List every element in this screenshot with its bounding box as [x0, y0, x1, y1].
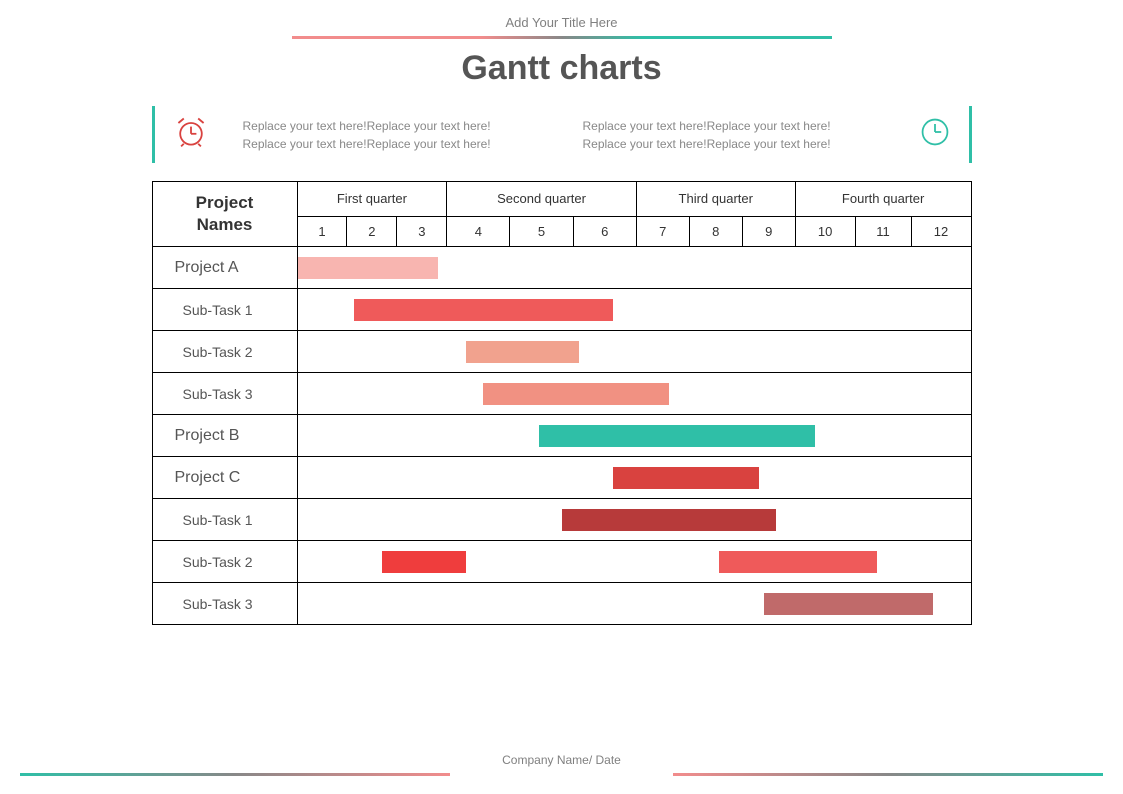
gantt-row: Sub-Task 3 — [152, 583, 971, 625]
row-label: Sub-Task 1 — [152, 289, 297, 331]
row-label: Project B — [152, 415, 297, 457]
month-header: 5 — [510, 216, 573, 247]
month-header: 12 — [911, 216, 971, 247]
month-header: 1 — [297, 216, 347, 247]
info-line: Replace your text here!Replace your text… — [583, 117, 911, 135]
header-divider — [292, 36, 832, 39]
month-header: 7 — [636, 216, 689, 247]
timeline-cell — [297, 415, 971, 457]
timeline-cell — [297, 541, 971, 583]
row-label: Sub-Task 1 — [152, 499, 297, 541]
info-line: Replace your text here!Replace your text… — [243, 117, 571, 135]
month-header: 8 — [689, 216, 742, 247]
timeline-cell — [297, 499, 971, 541]
month-header: 2 — [347, 216, 397, 247]
gantt-row: Sub-Task 2 — [152, 541, 971, 583]
month-header: 9 — [742, 216, 795, 247]
gantt-table: ProjectNames First quarter Second quarte… — [152, 181, 972, 625]
gantt-row: Project A — [152, 247, 971, 289]
gantt-bar — [719, 551, 877, 573]
quarter-header: Second quarter — [447, 182, 636, 217]
project-names-header: ProjectNames — [152, 182, 297, 247]
timeline-cell — [297, 289, 971, 331]
timeline-cell — [297, 457, 971, 499]
gantt-bar — [562, 509, 776, 531]
quarter-header: First quarter — [297, 182, 447, 217]
timeline-cell — [297, 583, 971, 625]
row-label: Sub-Task 3 — [152, 583, 297, 625]
info-bar: Replace your text here!Replace your text… — [152, 106, 972, 163]
gantt-bar — [354, 299, 613, 321]
month-header: 3 — [397, 216, 447, 247]
subtitle-text: Add Your Title Here — [0, 15, 1123, 30]
gantt-row: Sub-Task 1 — [152, 289, 971, 331]
gantt-bar — [539, 425, 815, 447]
footer: Company Name/ Date — [0, 753, 1123, 776]
row-label: Sub-Task 3 — [152, 373, 297, 415]
quarter-header: Third quarter — [636, 182, 795, 217]
page-title: Gantt charts — [0, 49, 1123, 88]
info-text-block: Replace your text here!Replace your text… — [243, 117, 911, 153]
gantt-row: Sub-Task 1 — [152, 499, 971, 541]
month-header: 11 — [855, 216, 911, 247]
quarter-header: Fourth quarter — [795, 182, 971, 217]
month-header: 4 — [447, 216, 510, 247]
gantt-bar — [764, 593, 933, 615]
gantt-row: Project C — [152, 457, 971, 499]
clock-icon — [911, 116, 951, 153]
timeline-cell — [297, 373, 971, 415]
footer-text: Company Name/ Date — [0, 753, 1123, 767]
month-header: 10 — [795, 216, 855, 247]
alarm-clock-icon — [173, 114, 213, 155]
info-line: Replace your text here!Replace your text… — [243, 135, 571, 153]
row-label: Sub-Task 2 — [152, 331, 297, 373]
gantt-bar — [382, 551, 466, 573]
gantt-row: Sub-Task 2 — [152, 331, 971, 373]
gantt-bar — [483, 383, 669, 405]
gantt-bar — [466, 341, 579, 363]
month-header: 6 — [573, 216, 636, 247]
row-label: Project A — [152, 247, 297, 289]
timeline-cell — [297, 331, 971, 373]
row-label: Sub-Task 2 — [152, 541, 297, 583]
gantt-bar — [298, 257, 439, 279]
footer-divider-left — [20, 773, 450, 776]
gantt-bar — [613, 467, 759, 489]
row-label: Project C — [152, 457, 297, 499]
gantt-row: Sub-Task 3 — [152, 373, 971, 415]
gantt-row: Project B — [152, 415, 971, 457]
timeline-cell — [297, 247, 971, 289]
info-line: Replace your text here!Replace your text… — [583, 135, 911, 153]
footer-divider-right — [673, 773, 1103, 776]
